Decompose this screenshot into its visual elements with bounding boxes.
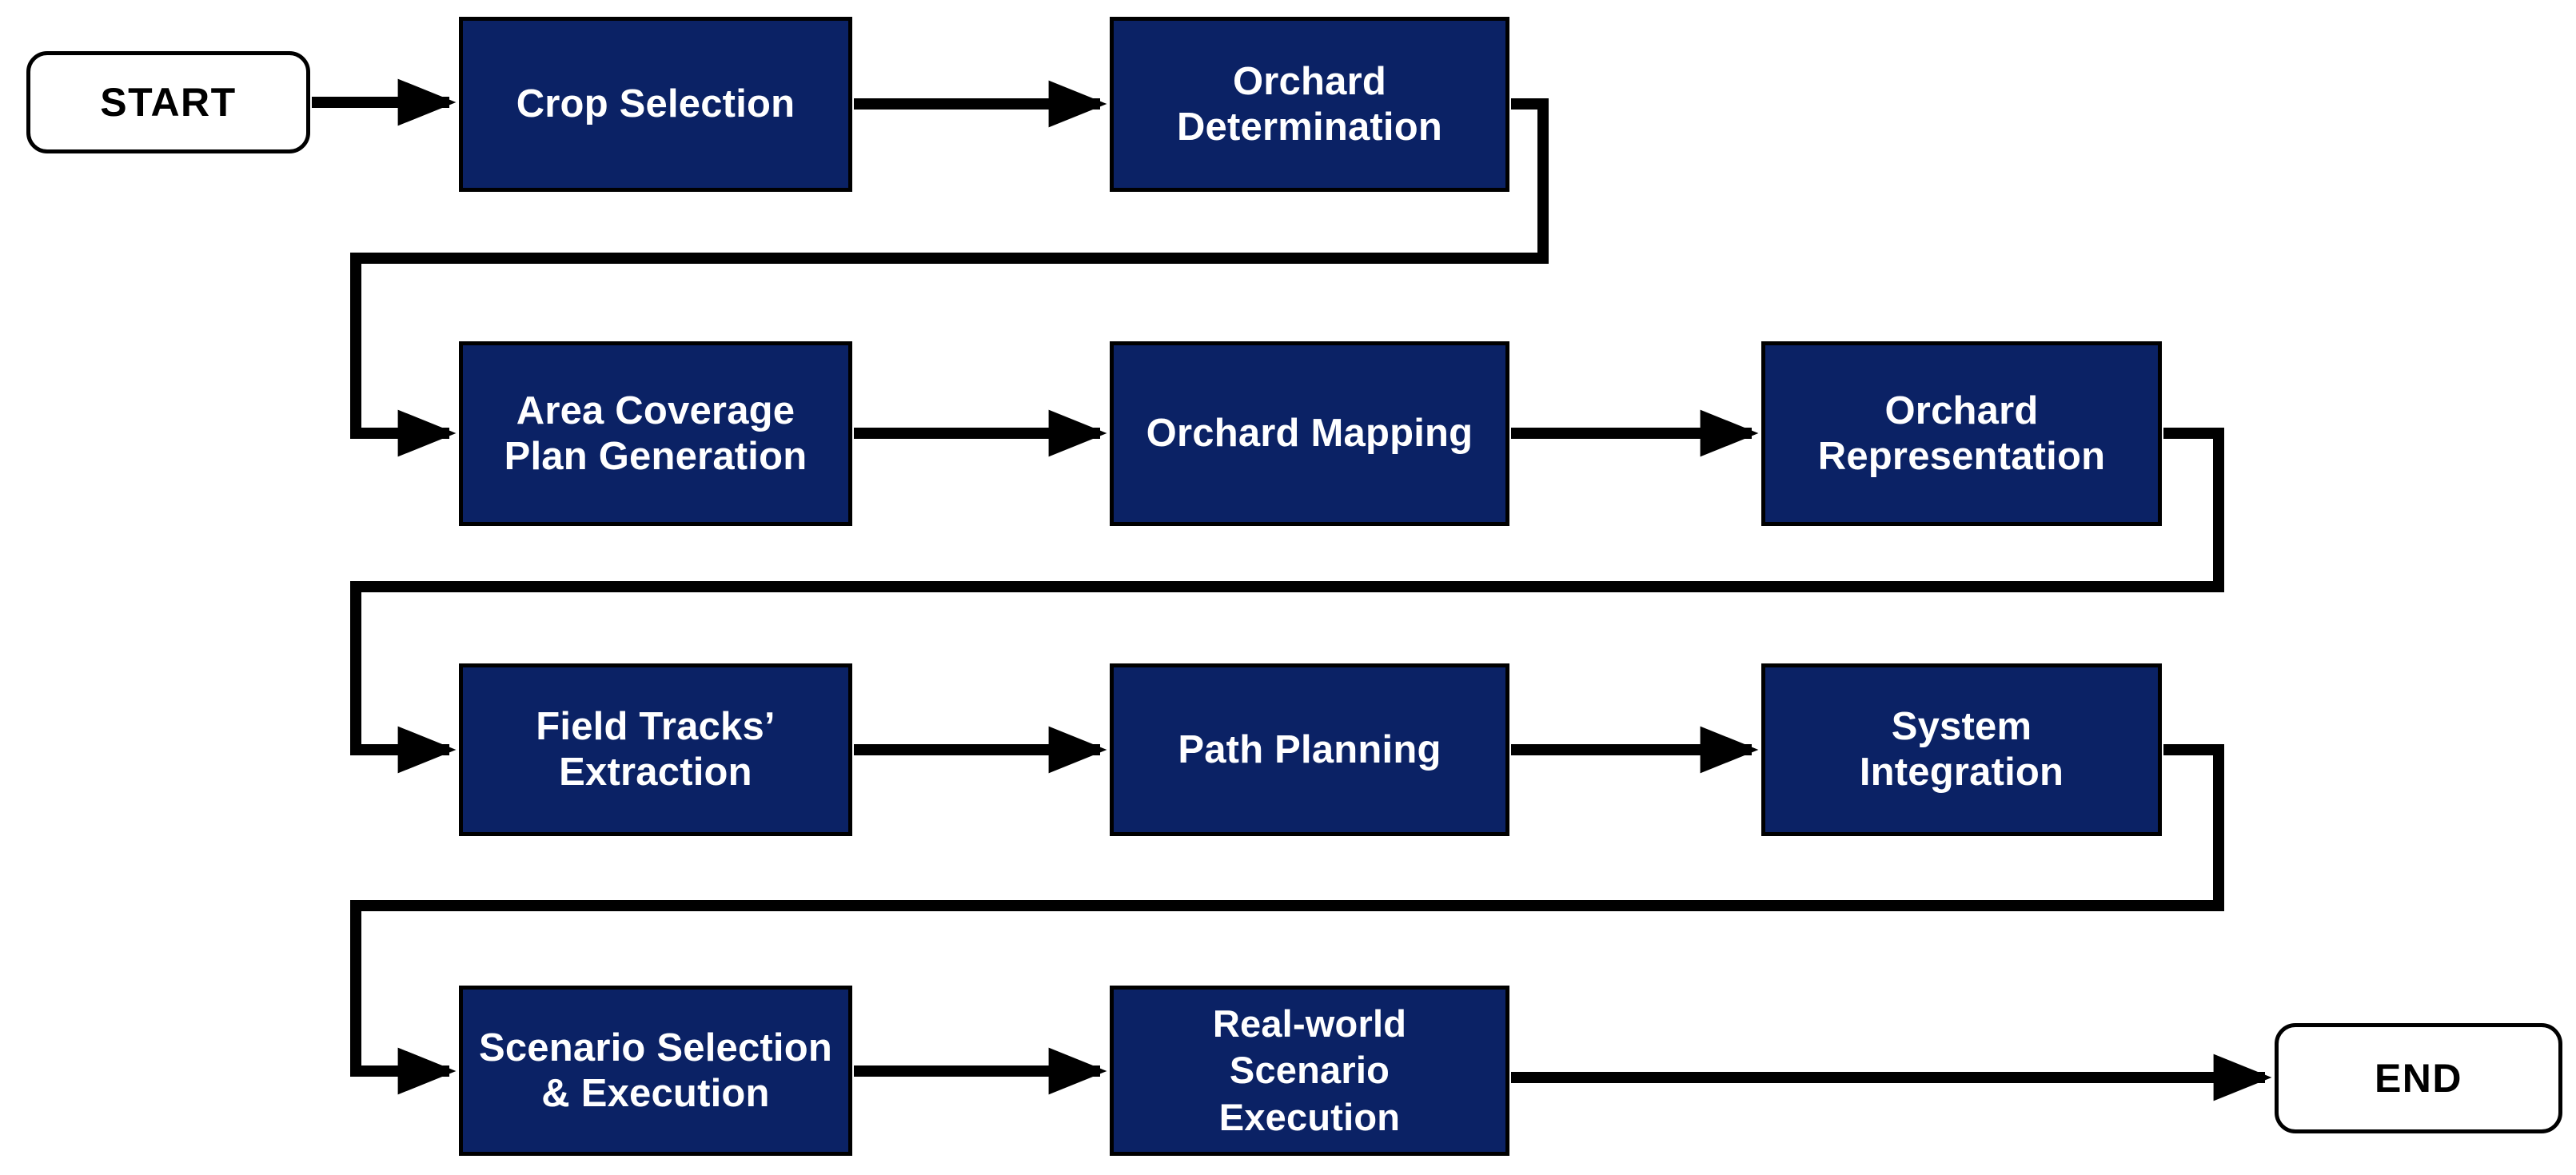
node-path-planning-label: Path Planning [1178,727,1442,771]
node-orchard-representation[interactable]: Orchard Representation [1761,341,2162,526]
node-orchard-mapping[interactable]: Orchard Mapping [1110,341,1509,526]
node-crop-selection-label: Crop Selection [516,82,796,126]
node-scenario-selection[interactable]: Scenario Selection & Execution [459,986,852,1156]
node-real-world-scenario-label: Real-world Scenario Execution [1212,1002,1407,1138]
node-area-coverage-plan[interactable]: Area Coverage Plan Generation [459,341,852,526]
flowchart-canvas: START Crop Selection Orchard Determinati… [0,0,2576,1175]
node-start[interactable]: START [26,51,310,153]
node-area-coverage-plan-label: Area Coverage Plan Generation [504,388,807,478]
node-real-world-scenario[interactable]: Real-world Scenario Execution [1110,986,1509,1156]
node-orchard-determination[interactable]: Orchard Determination [1110,17,1509,192]
node-orchard-representation-label: Orchard Representation [1817,388,2106,478]
node-crop-selection[interactable]: Crop Selection [459,17,852,192]
node-path-planning[interactable]: Path Planning [1110,663,1509,836]
node-field-tracks-extraction-label: Field Tracks’ Extraction [536,705,776,794]
node-system-integration[interactable]: System Integration [1761,663,2162,836]
node-orchard-mapping-label: Orchard Mapping [1146,412,1473,456]
node-end[interactable]: END [2275,1023,2562,1133]
node-system-integration-label: System Integration [1859,705,2064,794]
node-field-tracks-extraction[interactable]: Field Tracks’ Extraction [459,663,852,836]
node-orchard-determination-label: Orchard Determination [1176,59,1443,149]
node-start-label: START [100,80,237,125]
node-scenario-selection-label: Scenario Selection & Execution [478,1026,833,1115]
node-end-label: END [2374,1056,2463,1101]
